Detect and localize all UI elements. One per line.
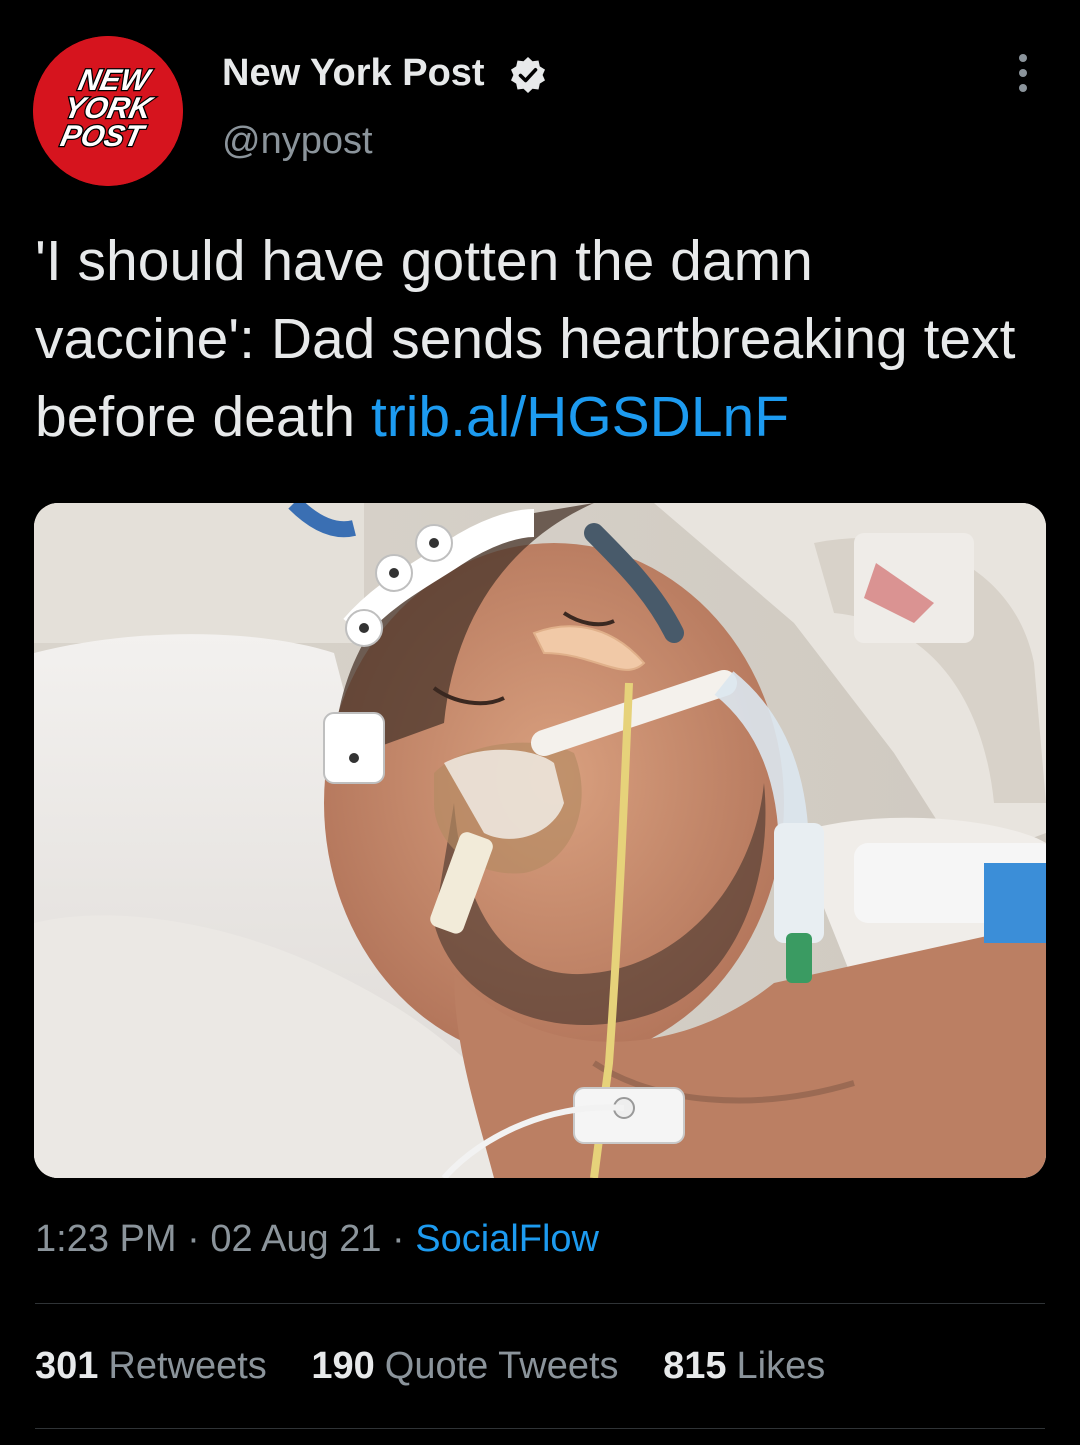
likes-label: Likes: [736, 1345, 826, 1387]
likes-count: 815: [663, 1345, 727, 1387]
retweets-label: Retweets: [108, 1345, 267, 1387]
svg-text:POST: POST: [58, 120, 149, 153]
tweet-meta: 1:23 PM · 02 Aug 21 · SocialFlow: [35, 1218, 599, 1261]
verified-badge-icon: [511, 57, 545, 93]
divider: [35, 1303, 1045, 1304]
more-options-icon[interactable]: [1008, 54, 1038, 98]
tweet-link[interactable]: trib.al/HGSDLnF: [371, 385, 789, 449]
retweets-stat[interactable]: 301 Retweets: [35, 1345, 267, 1388]
tweet-stats: 301 Retweets 190 Quote Tweets 815 Likes: [35, 1345, 859, 1388]
tweet-source[interactable]: SocialFlow: [415, 1218, 599, 1260]
tweet-time: 1:23 PM: [35, 1218, 177, 1260]
display-name[interactable]: New York Post: [222, 52, 485, 95]
quote-tweets-label: Quote Tweets: [384, 1345, 619, 1387]
retweets-count: 301: [35, 1345, 99, 1387]
quote-tweets-count: 190: [311, 1345, 375, 1387]
tweet-date: 02 Aug 21: [210, 1218, 382, 1260]
quote-tweets-stat[interactable]: 190 Quote Tweets: [311, 1345, 618, 1388]
meta-separator: ·: [176, 1218, 211, 1260]
photo-hospital-patient-icon: [34, 503, 1046, 1178]
tweet-photo[interactable]: [34, 503, 1046, 1178]
divider: [35, 1428, 1045, 1429]
tweet-text: 'I should have gotten the damn vaccine':…: [35, 222, 1045, 456]
meta-separator: ·: [381, 1218, 416, 1260]
account-avatar[interactable]: NEW YORK POST: [33, 36, 183, 186]
nypost-logo-icon: NEW YORK POST: [33, 36, 183, 186]
likes-stat[interactable]: 815 Likes: [663, 1345, 825, 1388]
account-handle[interactable]: @nypost: [222, 120, 373, 163]
tweet-detail: NEW YORK POST New York Post @nypost 'I s…: [0, 0, 1080, 1445]
